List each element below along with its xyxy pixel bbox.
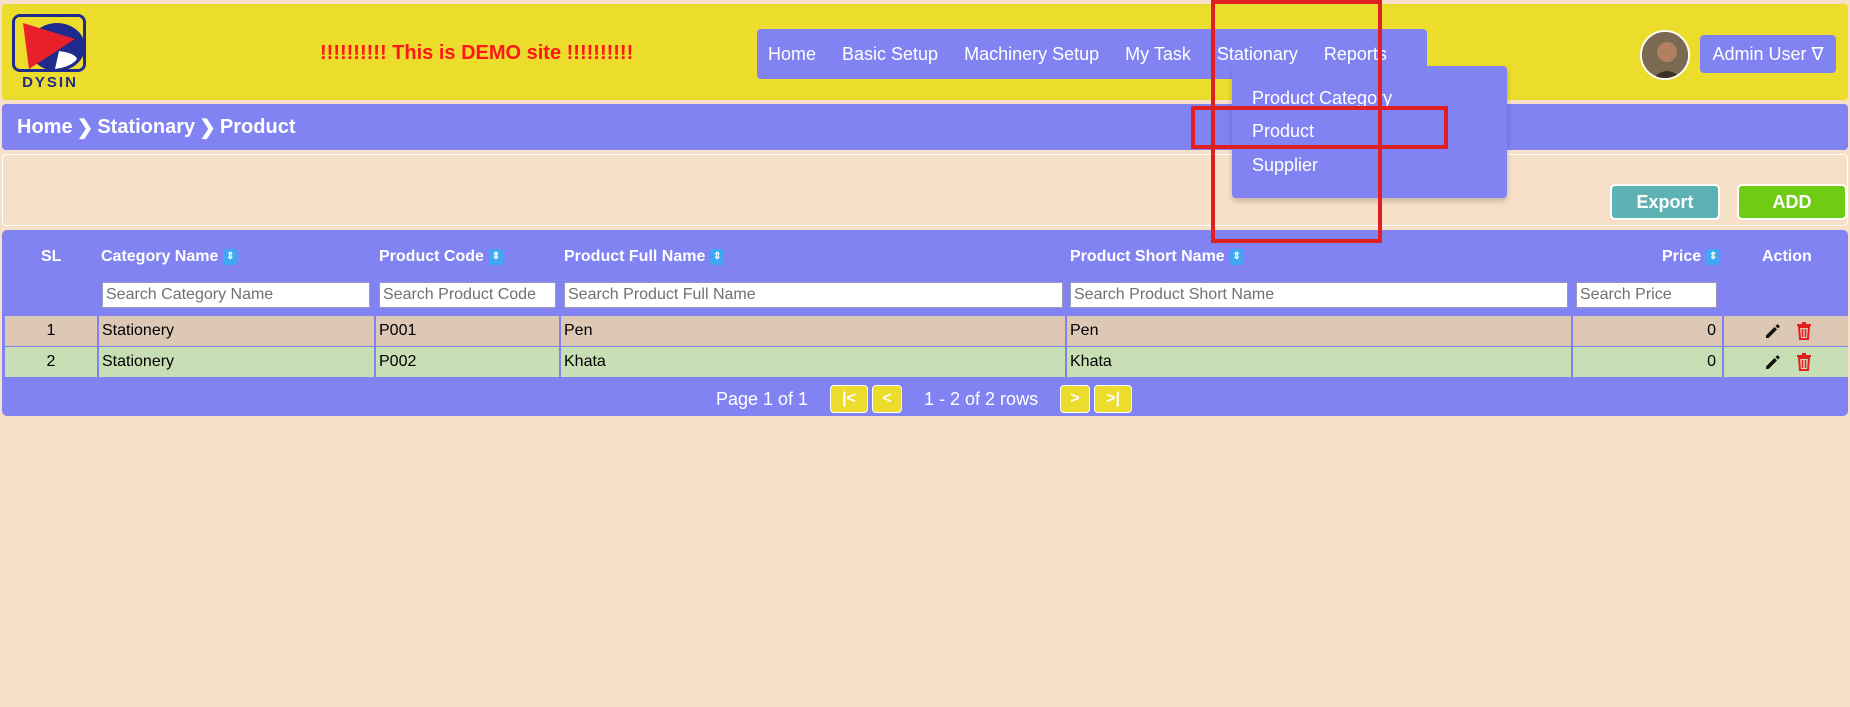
cell-code: P001 xyxy=(374,316,559,346)
sort-icon[interactable]: ⇕ xyxy=(1706,249,1721,265)
table-row: 2 Stationery P002 Khata Khata 0 xyxy=(5,347,1848,377)
last-page-button[interactable]: >| xyxy=(1094,385,1133,413)
breadcrumb-stationary[interactable]: Stationary xyxy=(97,116,195,139)
page-indicator: Page 1 of 1 xyxy=(715,388,809,409)
dysin-logo[interactable]: DYSIN xyxy=(10,12,90,94)
delete-icon[interactable] xyxy=(1796,322,1812,340)
cell-sl: 1 xyxy=(46,322,56,339)
cell-category: Stationery xyxy=(97,316,374,346)
cell-price: 0 xyxy=(1571,347,1722,377)
prev-page-button[interactable]: < xyxy=(872,385,903,413)
search-product-short-name-input[interactable] xyxy=(1070,282,1568,308)
search-product-full-name-input[interactable] xyxy=(564,282,1063,308)
nav-basic-setup[interactable]: Basic Setup xyxy=(831,44,953,65)
sort-icon[interactable]: ⇕ xyxy=(223,249,238,265)
pagination: Page 1 of 1 |< < 1 - 2 of 2 rows > >| xyxy=(0,384,1850,414)
export-button[interactable]: Export xyxy=(1610,184,1720,220)
search-price-input[interactable] xyxy=(1576,282,1717,308)
cell-category: Stationery xyxy=(97,347,374,377)
demo-banner: !!!!!!!!!! This is DEMO site !!!!!!!!!! xyxy=(320,42,634,64)
logo-text: DYSIN xyxy=(22,74,78,91)
sort-icon[interactable]: ⇕ xyxy=(710,249,725,265)
header-category-name[interactable]: Category Name ⇕ xyxy=(101,248,238,266)
add-button[interactable]: ADD xyxy=(1737,184,1847,220)
cell-code: P002 xyxy=(374,347,559,377)
nav-my-task[interactable]: My Task xyxy=(1114,44,1206,65)
header-sl: SL xyxy=(41,248,62,265)
header-price[interactable]: Price ⇕ xyxy=(1662,248,1721,266)
highlight-product-item xyxy=(1191,106,1448,149)
edit-icon[interactable] xyxy=(1764,322,1782,340)
delete-icon[interactable] xyxy=(1796,353,1812,371)
cell-sl: 2 xyxy=(46,353,56,370)
cell-action xyxy=(1722,316,1848,346)
user-avatar[interactable] xyxy=(1640,30,1690,80)
header-product-full-name[interactable]: Product Full Name ⇕ xyxy=(564,248,725,266)
cell-price: 0 xyxy=(1571,316,1722,346)
cell-short-name: Khata xyxy=(1065,347,1571,377)
chevron-right-icon: ❯ xyxy=(76,116,94,139)
cell-full-name: Khata xyxy=(559,347,1065,377)
breadcrumb-product: Product xyxy=(219,115,296,138)
logo-mark xyxy=(12,14,86,72)
header-product-code[interactable]: Product Code ⇕ xyxy=(379,248,503,266)
breadcrumb: Home ❯ Stationary ❯ Product xyxy=(2,104,1848,150)
cell-action xyxy=(1722,347,1848,377)
nav-home[interactable]: Home xyxy=(757,44,831,65)
first-page-button[interactable]: |< xyxy=(830,385,869,413)
chevron-right-icon: ❯ xyxy=(199,116,216,139)
toolbar-area xyxy=(2,154,1848,226)
breadcrumb-home[interactable]: Home xyxy=(17,116,73,139)
sort-icon[interactable]: ⇕ xyxy=(1229,249,1244,265)
nav-machinery-setup[interactable]: Machinery Setup xyxy=(953,44,1114,65)
admin-user-menu[interactable]: Admin User ∇ xyxy=(1700,35,1836,73)
search-category-input[interactable] xyxy=(102,282,370,308)
header-action: Action xyxy=(1762,248,1812,265)
header-product-short-name[interactable]: Product Short Name ⇕ xyxy=(1070,248,1244,266)
edit-icon[interactable] xyxy=(1764,353,1782,371)
cell-short-name: Pen xyxy=(1065,316,1571,346)
cell-full-name: Pen xyxy=(559,316,1065,346)
search-product-code-input[interactable] xyxy=(379,282,556,308)
rows-indicator: 1 - 2 of 2 rows xyxy=(924,388,1039,409)
table-row: 1 Stationery P001 Pen Pen 0 xyxy=(5,316,1848,346)
sort-icon[interactable]: ⇕ xyxy=(488,249,503,265)
next-page-button[interactable]: > xyxy=(1060,385,1091,413)
